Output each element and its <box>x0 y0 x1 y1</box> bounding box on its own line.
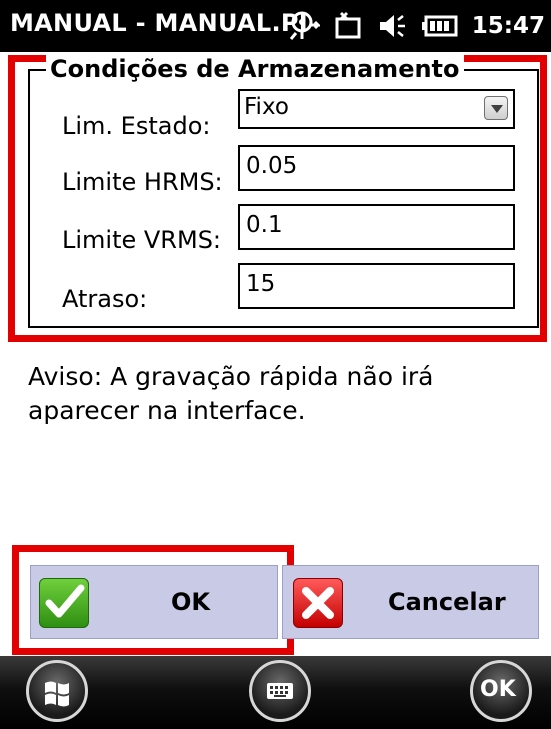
volume-icon[interactable] <box>378 12 408 40</box>
state-limit-dropdown[interactable]: Fixo <box>238 89 515 129</box>
hrms-limit-label: Limite HRMS: <box>62 168 223 196</box>
vrms-limit-input[interactable]: 0.1 <box>238 204 515 250</box>
clock: 15:47 <box>471 13 545 39</box>
taskbar-ok-label: OK <box>480 677 516 702</box>
chevron-down-icon[interactable] <box>484 96 508 120</box>
state-limit-label: Lim. Estado: <box>62 112 211 140</box>
cancel-button[interactable]: Cancelar <box>282 565 539 639</box>
warning-text: Aviso: A gravação rápida não irá aparece… <box>28 362 434 425</box>
keyboard-icon[interactable] <box>249 660 311 722</box>
cancel-label: Cancelar <box>388 588 506 616</box>
signal-icon[interactable] <box>288 11 320 41</box>
group-title: Condições de Armazenamento <box>46 55 464 83</box>
title-bar: MANUAL - MANUAL.PI 15:47 <box>0 0 551 52</box>
window-title: MANUAL - MANUAL.PI <box>10 9 309 37</box>
x-icon <box>293 578 343 628</box>
state-limit-value: Fixo <box>244 94 289 120</box>
battery-icon[interactable] <box>421 15 458 37</box>
highlight-frame-ok <box>12 545 294 655</box>
taskbar-ok-button[interactable]: OK <box>470 660 532 722</box>
status-icons: 15:47 <box>288 6 545 46</box>
hrms-limit-input[interactable]: 0.05 <box>238 145 515 191</box>
connectivity-icon[interactable] <box>334 11 364 41</box>
vrms-limit-label: Limite VRMS: <box>62 226 222 254</box>
delay-input[interactable]: 15 <box>238 263 515 309</box>
bottom-taskbar: OK <box>0 656 551 729</box>
delay-label: Atraso: <box>62 285 148 313</box>
windows-logo-icon[interactable] <box>26 660 88 722</box>
